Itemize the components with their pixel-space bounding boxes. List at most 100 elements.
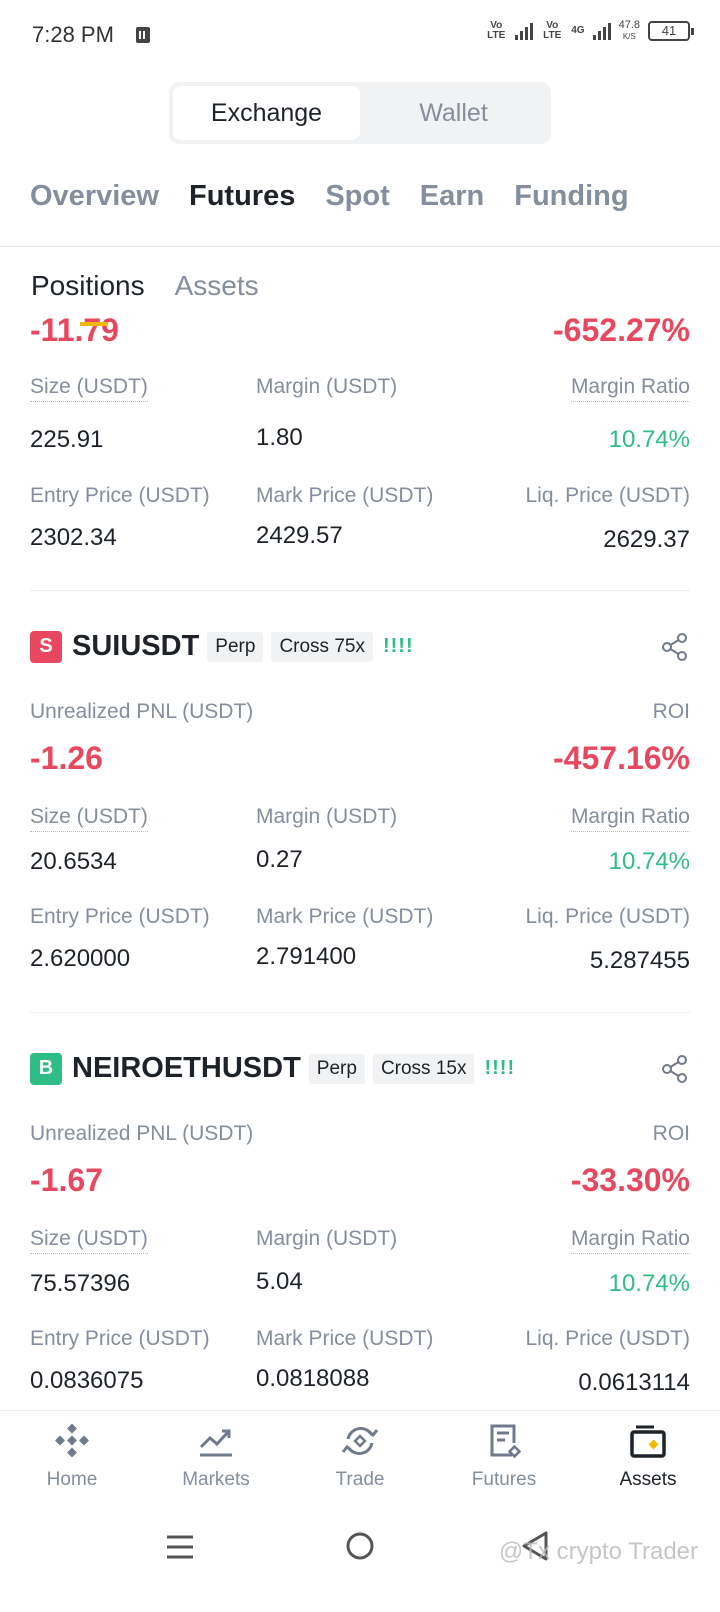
position-1-size: 20.6534 xyxy=(30,848,117,875)
tab-overview[interactable]: Overview xyxy=(30,180,159,213)
markets-icon xyxy=(199,1429,232,1457)
nav-markets-label: Markets xyxy=(182,1469,250,1490)
position-2-margin: 5.04 xyxy=(256,1268,303,1295)
position-2-symbol[interactable]: NEIROETHUSDT xyxy=(72,1052,301,1085)
position-2-leverage-tag[interactable]: Cross 15x xyxy=(372,1053,475,1084)
nav-futures[interactable]: Futures xyxy=(432,1411,576,1510)
share-icon[interactable] xyxy=(660,632,690,662)
position-0-margin-label: Margin (USDT) xyxy=(256,375,398,398)
card-divider xyxy=(30,1012,690,1013)
net-label-3: 4G xyxy=(571,25,585,36)
position-1-entry-price: 2.620000 xyxy=(30,945,131,972)
position-0-roi: -652.27% xyxy=(553,312,690,348)
position-0-mark-price: 2429.57 xyxy=(256,522,343,549)
nav-trade[interactable]: Trade xyxy=(288,1411,432,1510)
position-2-mark-label: Mark Price (USDT) xyxy=(256,1327,434,1350)
segment-exchange[interactable]: Exchange xyxy=(173,86,360,140)
position-2-roi: -33.30% xyxy=(570,1162,690,1198)
net-label-2: Vo LTE xyxy=(543,20,562,41)
position-1-mark-price: 2.791400 xyxy=(256,943,357,970)
position-1-margin-label: Margin (USDT) xyxy=(256,805,398,828)
position-1-mark-label: Mark Price (USDT) xyxy=(256,905,434,928)
nav-home[interactable]: Home xyxy=(0,1411,144,1510)
position-0-size: 225.91 xyxy=(30,426,104,453)
position-0-liq-price: 2629.37 xyxy=(603,526,690,553)
position-1-symbol[interactable]: SUIUSDT xyxy=(72,630,199,663)
position-0-margin-ratio-label[interactable]: Margin Ratio xyxy=(570,375,690,402)
position-1-leverage-tag[interactable]: Cross 75x xyxy=(271,631,373,662)
position-0-margin: 1.80 xyxy=(256,424,303,451)
position-2-type-tag: Perp xyxy=(308,1053,365,1084)
position-2-liq-price: 0.0613114 xyxy=(578,1369,690,1396)
position-1-type-tag: Perp xyxy=(207,631,264,662)
position-0-mark-label: Mark Price (USDT) xyxy=(256,484,434,507)
sub-tabs: Positions Assets xyxy=(31,270,259,302)
home-icon xyxy=(55,1423,89,1458)
signal-icon xyxy=(515,22,534,40)
menu-icon[interactable] xyxy=(165,1532,195,1562)
nav-home-label: Home xyxy=(46,1469,98,1490)
position-1-margin-ratio-label[interactable]: Margin Ratio xyxy=(570,805,690,832)
speed-value: 47.8 xyxy=(618,19,640,31)
share-icon[interactable] xyxy=(660,1054,690,1084)
position-1-size-label[interactable]: Size (USDT) xyxy=(30,805,148,832)
position-2-margin-label: Margin (USDT) xyxy=(256,1227,398,1250)
position-0-entry-label: Entry Price (USDT) xyxy=(30,484,210,507)
net-speed: 47.8 K/S xyxy=(619,20,640,42)
sim-icon xyxy=(136,27,150,43)
position-0-size-label[interactable]: Size (USDT) xyxy=(30,375,148,402)
nav-markets[interactable]: Markets xyxy=(144,1411,288,1510)
position-2-size: 75.57396 xyxy=(30,1270,131,1297)
position-2-pnl-label: Unrealized PNL (USDT) xyxy=(30,1122,254,1145)
position-2-header[interactable]: B NEIROETHUSDT Perp Cross 15x !!!! xyxy=(30,1052,515,1085)
tab-earn[interactable]: Earn xyxy=(420,180,484,213)
status-right: Vo LTE Vo LTE 4G 47.8 K/S 41 xyxy=(485,20,694,42)
position-2-margin-ratio: 10.74% xyxy=(608,1270,690,1297)
position-0-pnl: -11.79 xyxy=(30,312,119,348)
position-1-roi: -457.16% xyxy=(553,740,690,776)
signal-icon xyxy=(592,22,611,40)
position-1-badge: S xyxy=(30,630,62,663)
status-bar: 7:28 PM Vo LTE Vo LTE 4G 47.8 K/S 41 xyxy=(0,0,720,72)
tab-positions[interactable]: Positions xyxy=(31,270,145,302)
position-2-pnl: -1.67 xyxy=(30,1162,103,1198)
position-1-entry-label: Entry Price (USDT) xyxy=(30,905,210,928)
speed-unit: K/S xyxy=(622,32,636,41)
position-2-size-label[interactable]: Size (USDT) xyxy=(30,1227,148,1254)
position-2-entry-label: Entry Price (USDT) xyxy=(30,1327,210,1350)
nav-assets-label: Assets xyxy=(619,1469,677,1490)
position-0-liq-label: Liq. Price (USDT) xyxy=(525,484,690,507)
circle-home-icon[interactable] xyxy=(344,1530,376,1562)
position-2-badge: B xyxy=(30,1052,62,1085)
nav-trade-label: Trade xyxy=(335,1469,385,1490)
position-0-margin-ratio: 10.74% xyxy=(608,426,690,453)
position-1-pnl-label: Unrealized PNL (USDT) xyxy=(30,700,254,723)
tabs-divider xyxy=(0,246,720,247)
assets-icon xyxy=(630,1425,666,1458)
tab-spot[interactable]: Spot xyxy=(325,180,389,213)
nav-assets[interactable]: Assets xyxy=(576,1411,720,1510)
tab-futures[interactable]: Futures xyxy=(189,180,295,213)
card-divider xyxy=(30,590,690,591)
trade-icon xyxy=(341,1427,379,1455)
position-1-header[interactable]: S SUIUSDT Perp Cross 75x !!!! xyxy=(30,630,414,663)
position-2-margin-ratio-label[interactable]: Margin Ratio xyxy=(570,1227,690,1254)
main-tabs: Overview Futures Spot Earn Funding xyxy=(30,180,629,213)
tab-assets[interactable]: Assets xyxy=(175,270,259,302)
tab-funding[interactable]: Funding xyxy=(514,180,628,213)
position-0-entry-price: 2302.34 xyxy=(30,524,117,551)
segment-wallet[interactable]: Wallet xyxy=(360,86,547,140)
bottom-nav: Home Markets Trade Futures Assets xyxy=(0,1410,720,1510)
net-label-1: Vo LTE xyxy=(487,20,506,41)
position-2-roi-label: ROI xyxy=(652,1122,690,1145)
position-2-risk-indicator: !!!! xyxy=(484,1057,516,1079)
status-time: 7:28 PM xyxy=(32,22,114,47)
exchange-wallet-toggle: Exchange Wallet xyxy=(169,82,551,144)
position-1-liq-price: 5.287455 xyxy=(589,947,690,974)
nav-futures-label: Futures xyxy=(471,1469,537,1490)
position-2-mark-price: 0.0818088 xyxy=(256,1365,370,1392)
position-1-liq-label: Liq. Price (USDT) xyxy=(525,905,690,928)
position-1-margin-ratio: 10.74% xyxy=(608,848,690,875)
position-2-entry-price: 0.0836075 xyxy=(30,1367,144,1394)
position-2-liq-label: Liq. Price (USDT) xyxy=(525,1327,690,1350)
